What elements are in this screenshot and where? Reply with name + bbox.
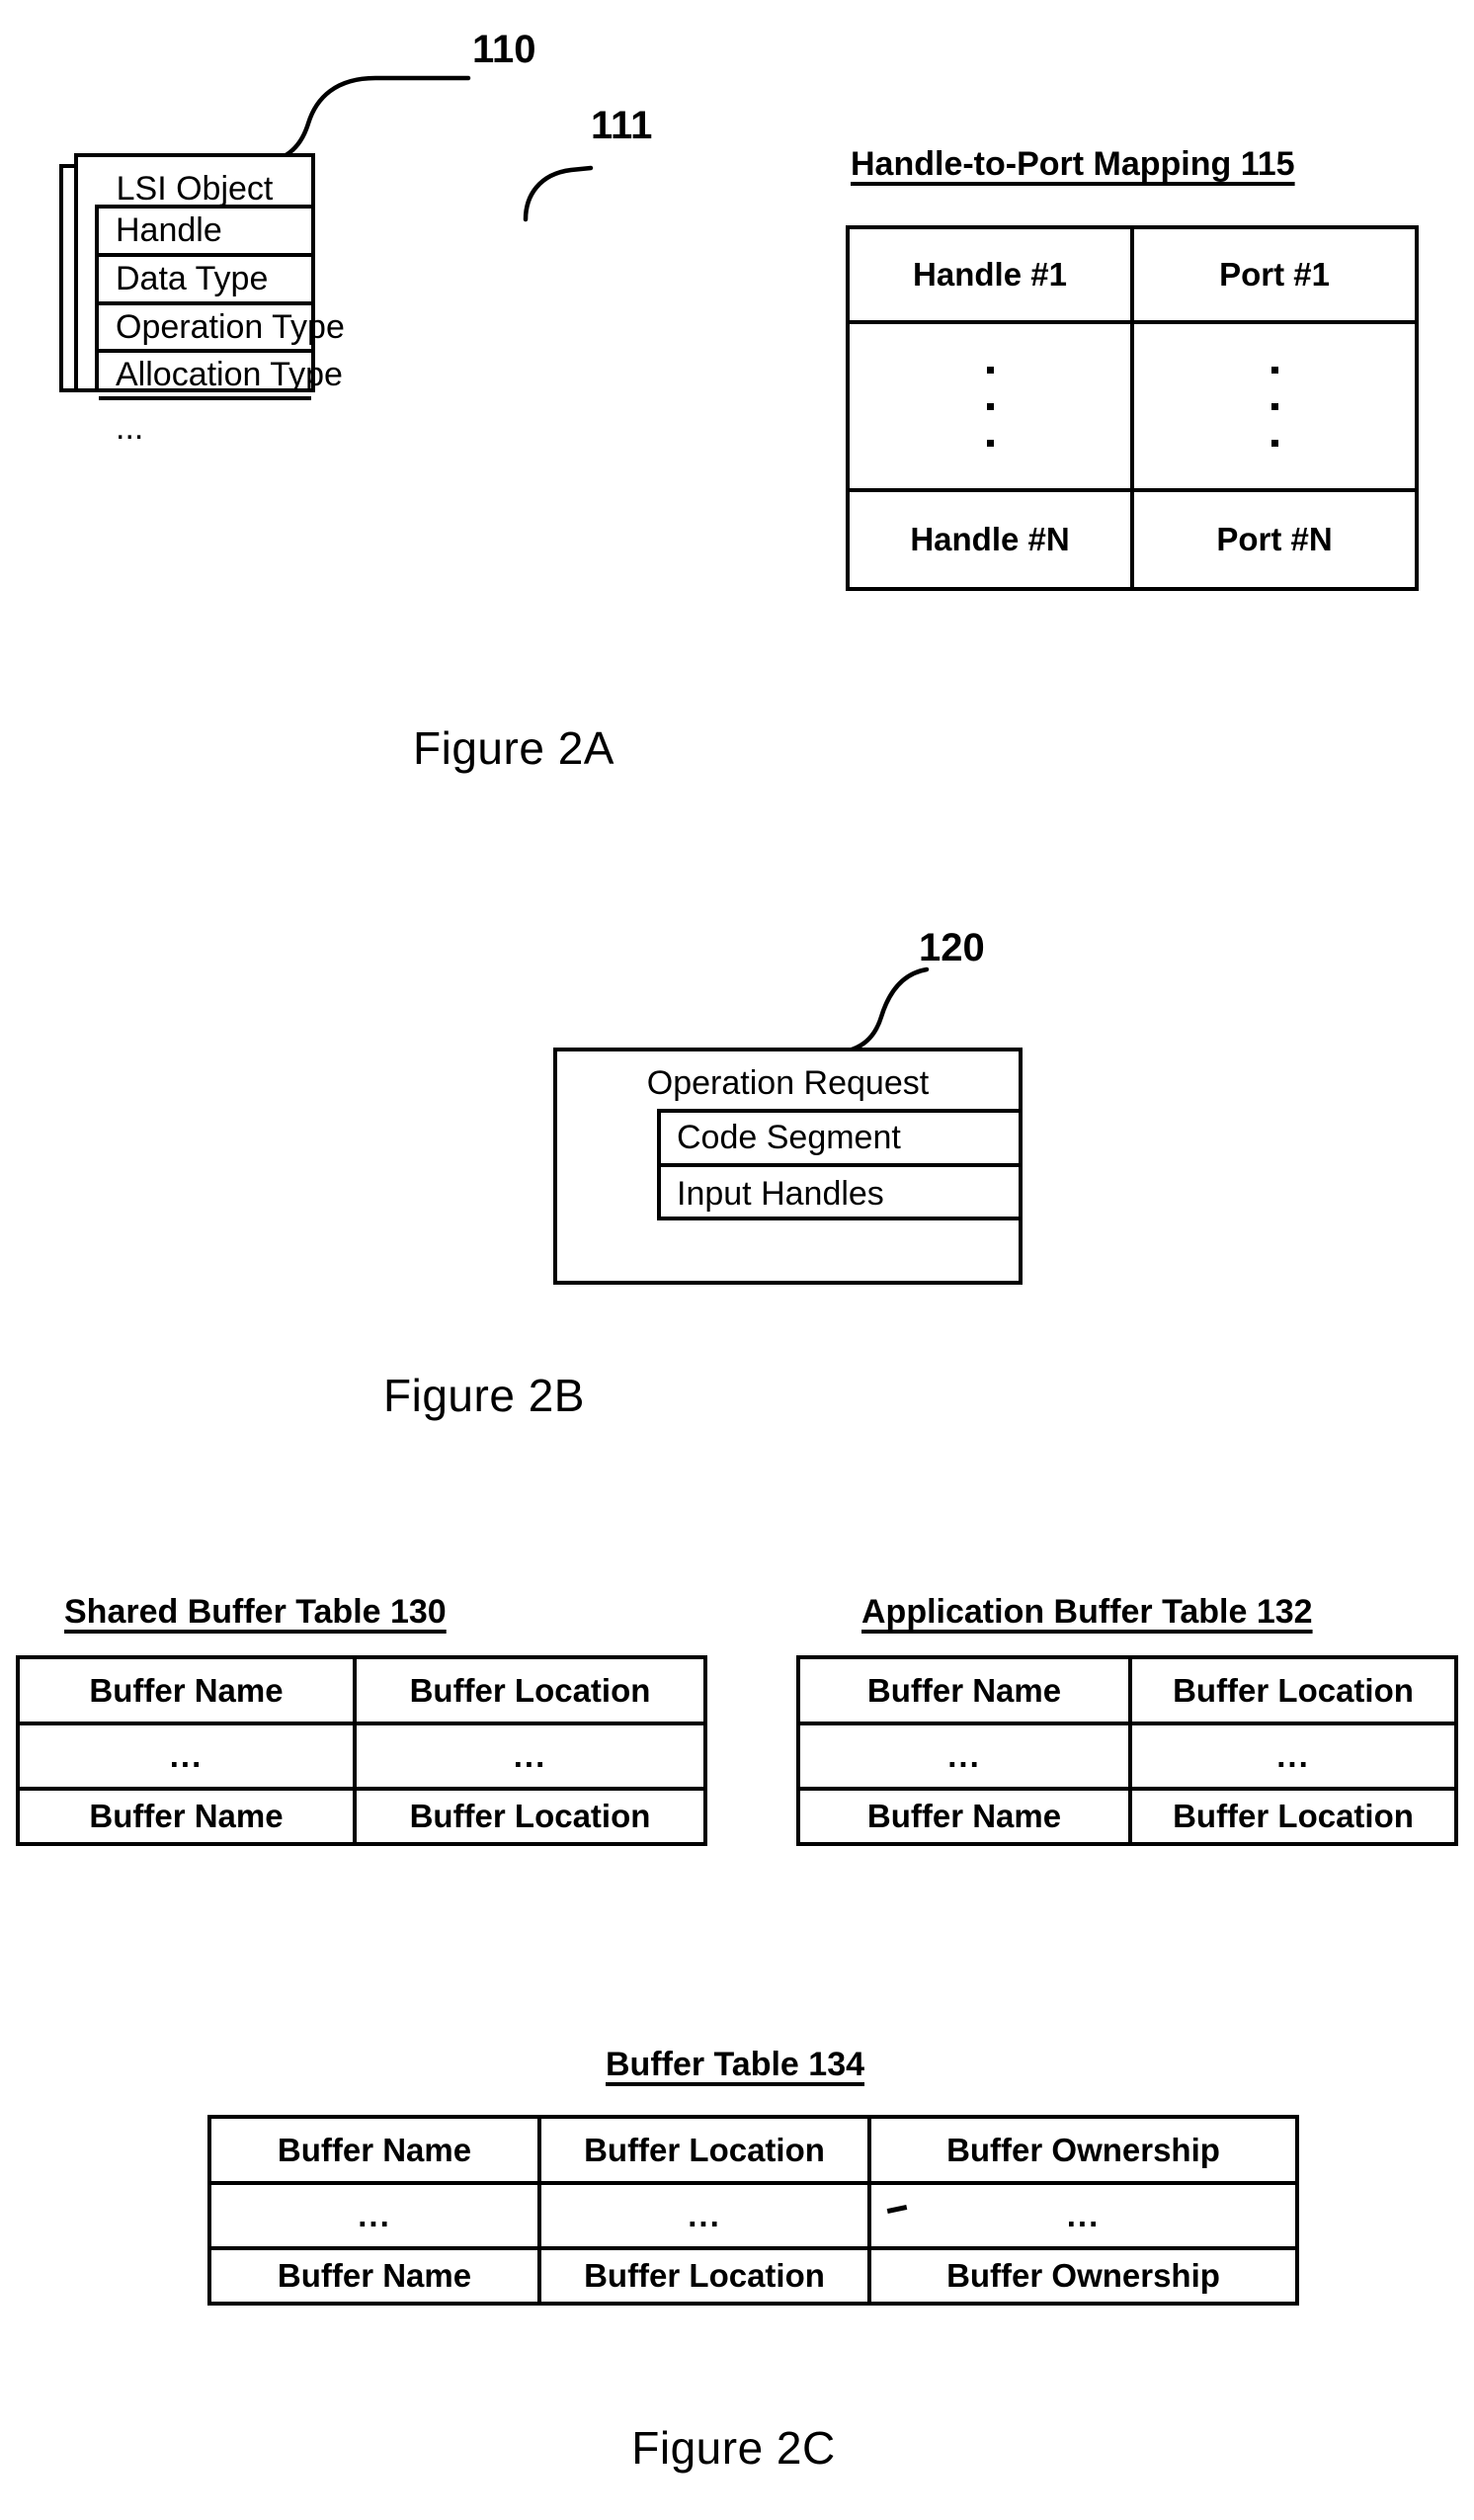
lsi-field-data-type: Data Type: [99, 257, 311, 305]
lsi-object-field-list: Handle Data Type Operation Type Allocati…: [95, 205, 345, 447]
cell-buffer-ownership-ellipsis: ...: [871, 2185, 1295, 2246]
cell-buffer-location: Buffer Location: [541, 2119, 871, 2181]
table-row: Handle #N Port #N: [850, 492, 1415, 587]
leader-line-110: [256, 75, 471, 164]
cell-port-1: Port #1: [1219, 256, 1330, 293]
figure-2b-caption: Figure 2B: [383, 1370, 585, 1421]
cell-buffer-location: Buffer Location: [409, 1671, 651, 1709]
table-row: Handle #1 Port #1: [850, 229, 1415, 324]
table-row: Buffer Name Buffer Location: [20, 1791, 703, 1842]
buffer-table: Buffer Name Buffer Location Buffer Owner…: [207, 2115, 1299, 2306]
cell-port-ellipsis: [1134, 324, 1415, 488]
cell-handle-n: Handle #N: [850, 492, 1134, 587]
lsi-field-handle: Handle: [99, 209, 311, 257]
lsi-object-title: LSI Object: [116, 170, 274, 208]
application-buffer-table: Buffer Name Buffer Location ... ... Buff…: [796, 1655, 1458, 1846]
shared-buffer-table-title: Shared Buffer Table 130: [64, 1593, 447, 1631]
handle-to-port-mapping-table: Handle #1 Port #1 Handle #N Port #N: [846, 225, 1419, 591]
table-row: ... ...: [800, 1725, 1454, 1791]
cell-buffer-name: Buffer Name: [211, 2119, 541, 2181]
cell-buffer-name-ellipsis: ...: [211, 2185, 541, 2246]
cell-buffer-name: Buffer Name: [800, 1659, 1132, 1722]
scan-artifact-mark: [886, 2204, 908, 2215]
table-row: Buffer Name Buffer Location: [800, 1659, 1454, 1725]
cell-buffer-location: Buffer Location: [1173, 1671, 1414, 1709]
leader-line-111: [523, 165, 594, 222]
cell-buffer-name: Buffer Name: [20, 1659, 357, 1722]
cell-buffer-name: Buffer Name: [211, 2250, 541, 2302]
operation-request-field-list: Code Segment Input Handles: [657, 1109, 1023, 1220]
buffer-table-title: Buffer Table 134: [606, 2046, 865, 2083]
cell-buffer-name-ellipsis: ...: [800, 1725, 1132, 1787]
figure-2c-caption: Figure 2C: [631, 2422, 836, 2474]
table-row: ... ...: [20, 1725, 703, 1791]
cell-handle-ellipsis: [850, 324, 1134, 488]
table-row: Buffer Name Buffer Location Buffer Owner…: [211, 2119, 1295, 2185]
cell-handle-1: Handle #1: [850, 229, 1134, 320]
table-row: Buffer Name Buffer Location: [800, 1791, 1454, 1842]
lsi-field-operation-type: Operation Type: [99, 305, 345, 353]
table-row: ... ... ...: [211, 2185, 1295, 2250]
op-field-code-segment: Code Segment: [661, 1113, 1019, 1167]
cell-port-n: Port #N: [1216, 521, 1333, 557]
cell-buffer-location-ellipsis: ...: [541, 2185, 871, 2246]
operation-request-title: Operation Request: [646, 1064, 930, 1102]
cell-buffer-name-ellipsis: ...: [20, 1725, 357, 1787]
cell-buffer-location-ellipsis: ...: [1276, 1737, 1310, 1774]
cell-buffer-location: Buffer Location: [1173, 1798, 1414, 1834]
cell-buffer-ownership: Buffer Ownership: [946, 2131, 1220, 2168]
op-field-input-handles: Input Handles: [677, 1174, 884, 1213]
shared-buffer-table: Buffer Name Buffer Location ... ... Buff…: [16, 1655, 707, 1846]
vertical-ellipsis-icon: [1270, 366, 1278, 447]
cell-buffer-location-ellipsis: ...: [513, 1737, 547, 1774]
cell-buffer-name: Buffer Name: [800, 1791, 1132, 1842]
cell-buffer-name: Buffer Name: [20, 1791, 357, 1842]
figure-2a-caption: Figure 2A: [413, 722, 614, 774]
cell-buffer-location: Buffer Location: [541, 2250, 871, 2302]
lsi-field-ellipsis: ...: [116, 409, 144, 447]
table-row: [850, 324, 1415, 492]
ellipsis-text: ...: [1066, 2197, 1101, 2233]
application-buffer-table-title: Application Buffer Table 132: [861, 1593, 1313, 1631]
table-row: Buffer Name Buffer Location: [20, 1659, 703, 1725]
handle-to-port-mapping-title: Handle-to-Port Mapping 115: [851, 145, 1295, 183]
cell-buffer-location: Buffer Location: [409, 1798, 651, 1834]
vertical-ellipsis-icon: [986, 366, 994, 447]
leader-line-120: [829, 966, 930, 1055]
cell-buffer-ownership: Buffer Ownership: [946, 2257, 1220, 2294]
table-row: Buffer Name Buffer Location Buffer Owner…: [211, 2250, 1295, 2302]
lsi-field-allocation-type: Allocation Type: [99, 353, 343, 400]
